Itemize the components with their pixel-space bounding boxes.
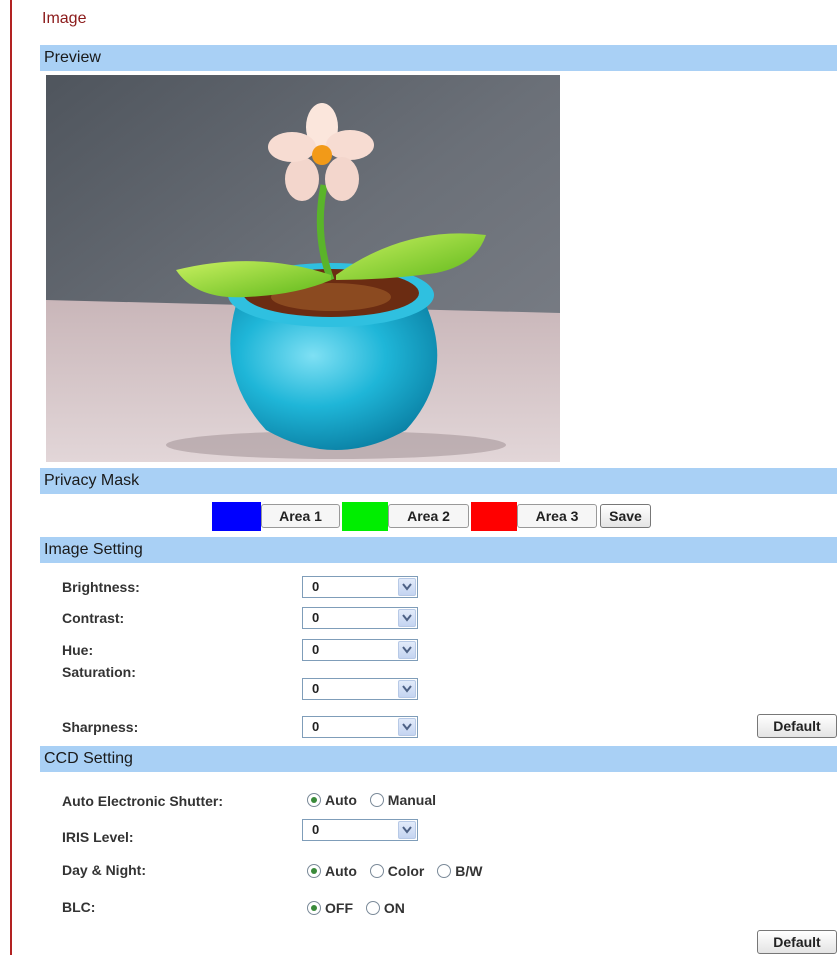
day-night-auto-label[interactable]: Auto	[325, 863, 357, 879]
day-night-radio-group: Auto Color B/W	[307, 862, 491, 879]
day-night-label: Day & Night:	[62, 862, 146, 878]
area-2-button[interactable]: Area 2	[388, 504, 469, 528]
contrast-label: Contrast:	[62, 610, 125, 626]
day-night-bw-label[interactable]: B/W	[455, 863, 482, 879]
blc-off-radio[interactable]	[307, 901, 321, 916]
contrast-value: 0	[312, 610, 320, 625]
day-night-color-radio[interactable]	[369, 864, 384, 879]
iris-level-label: IRIS Level:	[62, 829, 134, 845]
area-3-button[interactable]: Area 3	[517, 504, 597, 528]
section-header-privacy-mask: Privacy Mask	[40, 468, 837, 494]
shutter-manual-label[interactable]: Manual	[388, 792, 436, 808]
section-header-image-setting: Image Setting	[40, 537, 837, 563]
day-night-bw-radio[interactable]	[437, 864, 452, 879]
sharpness-value: 0	[312, 719, 320, 734]
section-header-preview: Preview	[40, 45, 837, 71]
brightness-label: Brightness:	[62, 579, 140, 595]
blc-label: BLC:	[62, 899, 96, 915]
chevron-down-icon[interactable]	[398, 641, 416, 659]
blc-off-label[interactable]: OFF	[325, 900, 353, 916]
saturation-value: 0	[312, 681, 320, 696]
shutter-auto-label[interactable]: Auto	[325, 792, 357, 808]
chevron-down-icon[interactable]	[398, 718, 416, 736]
chevron-down-icon[interactable]	[398, 609, 416, 627]
brightness-select[interactable]: 0	[302, 576, 418, 598]
brightness-value: 0	[312, 579, 320, 594]
contrast-select[interactable]: 0	[302, 607, 418, 629]
ccd-setting-default-button[interactable]: Default	[757, 930, 837, 954]
day-night-color-label[interactable]: Color	[388, 863, 425, 879]
image-setting-default-button[interactable]: Default	[757, 714, 837, 738]
shutter-radio-group: Auto Manual	[307, 791, 445, 808]
chevron-down-icon[interactable]	[398, 578, 416, 596]
blc-on-label[interactable]: ON	[384, 900, 405, 916]
iris-level-select[interactable]: 0	[302, 819, 418, 841]
camera-preview-image	[46, 75, 560, 462]
saturation-label: Saturation:	[62, 664, 136, 680]
area-1-button[interactable]: Area 1	[261, 504, 340, 528]
shutter-manual-radio[interactable]	[369, 793, 384, 808]
blc-on-radio[interactable]	[365, 901, 380, 916]
hue-label: Hue:	[62, 642, 94, 658]
sharpness-label: Sharpness:	[62, 719, 139, 735]
area-3-color-swatch	[471, 502, 517, 531]
blc-radio-group: OFF ON	[307, 899, 414, 916]
section-header-ccd-setting: CCD Setting	[40, 746, 837, 772]
area-1-color-swatch	[212, 502, 261, 531]
shutter-label: Auto Electronic Shutter:	[62, 793, 224, 809]
iris-level-value: 0	[312, 822, 320, 837]
day-night-auto-radio[interactable]	[307, 864, 321, 879]
left-border-rule	[10, 0, 12, 955]
shutter-auto-radio[interactable]	[307, 793, 321, 808]
hue-value: 0	[312, 642, 320, 657]
chevron-down-icon[interactable]	[398, 680, 416, 698]
page-title: Image	[42, 10, 87, 27]
saturation-select[interactable]: 0	[302, 678, 418, 700]
chevron-down-icon[interactable]	[398, 821, 416, 839]
hue-select[interactable]: 0	[302, 639, 418, 661]
sharpness-select[interactable]: 0	[302, 716, 418, 738]
save-mask-button[interactable]: Save	[600, 504, 651, 528]
area-2-color-swatch	[342, 502, 388, 531]
